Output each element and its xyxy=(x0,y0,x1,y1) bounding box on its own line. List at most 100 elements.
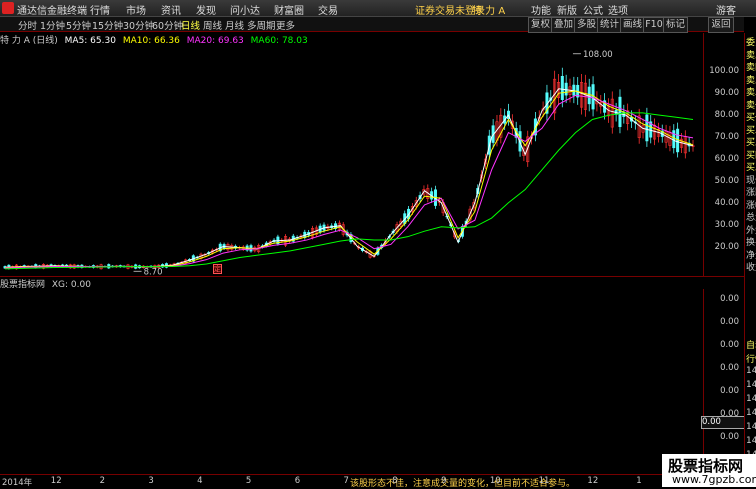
side-time-item: 自动 xyxy=(746,341,756,351)
side-item: 买一 xyxy=(746,113,756,123)
indicator-tick: 0.00 xyxy=(720,432,739,442)
date-tick: 12 xyxy=(587,476,599,486)
tab-30min[interactable]: 30分钟 xyxy=(123,18,154,32)
period-toolbar: 分时 1分钟 5分钟 15分钟 30分钟 60分钟 日线 周线 月线 多周期 更… xyxy=(0,17,744,33)
indicator-header: 股票指标网 XG: 0.00 xyxy=(0,277,703,290)
tab-fenshi[interactable]: 分时 xyxy=(18,18,37,32)
side-item: 卖三 xyxy=(746,75,756,86)
tab-5min[interactable]: 5分钟 xyxy=(66,18,91,32)
guest-label[interactable]: 游客 xyxy=(716,2,736,17)
series-line-ma10 xyxy=(4,90,694,269)
date-tick: 8 xyxy=(392,476,398,486)
ma-info-line: 特 力 A (日线) MA5: 65.30 MA10: 66.36 MA20: … xyxy=(0,33,700,46)
indicator-tick: 0.00 xyxy=(720,317,739,327)
side-item: 净资 xyxy=(746,250,756,261)
price-tick: 100.00 xyxy=(709,66,739,77)
menu-caifuquan[interactable]: 财富圈 xyxy=(274,2,304,17)
indicator-tick: 0.00 xyxy=(720,386,739,396)
price-tick: 60.00 xyxy=(714,153,739,164)
ma-lines-group xyxy=(4,88,694,270)
price-tick: 80.00 xyxy=(714,110,739,121)
date-tick: 10 xyxy=(489,476,501,486)
side-time-item: 14:56 xyxy=(746,380,756,390)
watermark: 股票指标网 www.7gpzb.com xyxy=(662,454,756,487)
date-tick: 4 xyxy=(197,476,203,486)
app-logo-icon xyxy=(2,2,14,14)
menu-shichang[interactable]: 市场 xyxy=(126,2,146,17)
menu-xinban[interactable]: 新版 xyxy=(557,2,577,17)
candle-body xyxy=(618,96,622,127)
side-item: 委比 xyxy=(746,38,756,48)
price-tick: 70.00 xyxy=(714,132,739,142)
side-time-item: 14:56 xyxy=(746,436,756,446)
tab-1min[interactable]: 1分钟 xyxy=(40,18,65,32)
menu-gongneng[interactable]: 功能 xyxy=(531,2,551,17)
tab-more[interactable]: 更多 xyxy=(276,18,295,32)
f10-button[interactable]: F10 xyxy=(643,17,665,33)
side-time-item: 14:56 xyxy=(746,394,756,404)
fuquan-button[interactable]: 复权 xyxy=(528,17,553,33)
date-tick: 3 xyxy=(148,476,154,486)
side-time-item: 14:56 xyxy=(746,366,756,376)
price-tick: 90.00 xyxy=(714,88,739,99)
candle-body xyxy=(587,86,591,105)
menu-zixun[interactable]: 资讯 xyxy=(161,2,181,17)
side-item: 涨跌 xyxy=(746,188,756,198)
side-time-item: 14:56 xyxy=(746,408,756,418)
tab-weekly[interactable]: 周线 xyxy=(203,18,222,32)
menu-faxian[interactable]: 发现 xyxy=(196,2,216,17)
annotation-label: 8.70 xyxy=(144,267,163,275)
back-button[interactable]: 返回 xyxy=(708,17,734,33)
indicator-tick: 0.00 xyxy=(720,294,739,304)
side-item: 换手 xyxy=(746,238,756,248)
tab-daily[interactable]: 日线 xyxy=(181,18,200,32)
candle-body xyxy=(560,75,564,100)
price-chart[interactable]: 108.00 8.70 xyxy=(0,45,703,275)
candle-body xyxy=(645,114,649,142)
annotation-label: 108.00 xyxy=(583,50,613,60)
stock-title: 特 力 A xyxy=(472,6,506,17)
date-tick: 7 xyxy=(343,476,349,486)
date-axis: 该股形态不佳，注意成交量的变化，但目前不适合参与。 2014年 12 2 3 4 5 6 7 8… xyxy=(0,474,744,489)
price-axis: 100.00 90.00 80.00 70.00 60.00 50.00 40.00 30.0… xyxy=(703,33,744,276)
side-item: 买四 xyxy=(746,150,756,161)
side-item: 总量 xyxy=(746,213,756,223)
multi-stock-button[interactable]: 多股 xyxy=(574,17,599,33)
side-item: 外盘 xyxy=(746,225,756,236)
menu-hangqing[interactable]: 行情 xyxy=(90,2,110,17)
price-tick: 30.00 xyxy=(714,219,739,230)
date-tick: 1 xyxy=(636,476,642,486)
indicator-name[interactable]: 股票指标网 xyxy=(0,280,45,290)
side-item: 涨幅 xyxy=(746,200,756,211)
indicator-tick: 0.00 xyxy=(720,340,739,350)
date-tick: 12 xyxy=(50,476,62,486)
stats-button[interactable]: 统计 xyxy=(597,17,622,33)
mark-button[interactable]: 标记 xyxy=(663,17,688,33)
quote-side-panel: 委比卖五卖四卖三卖二卖一买一买二买三买四买五现价涨跌涨幅总量外盘换手净资收益自动… xyxy=(744,33,756,487)
price-tick: 40.00 xyxy=(714,197,739,208)
series-line-ma60 xyxy=(4,112,694,270)
tab-multi-period[interactable]: 多周期 xyxy=(247,18,276,32)
side-item: 买五 xyxy=(746,163,756,173)
tab-15min[interactable]: 15分钟 xyxy=(92,18,123,32)
side-item: 买二 xyxy=(746,125,756,136)
app-name: 通达信金融终端 xyxy=(17,6,87,17)
side-item: 收益 xyxy=(746,263,756,273)
menu-jiaoyi[interactable]: 交易 xyxy=(318,2,338,17)
menu-xuanxiang[interactable]: 选项 xyxy=(608,2,628,17)
side-item: 卖二 xyxy=(746,88,756,98)
menu-gongshi[interactable]: 公式 xyxy=(583,2,603,17)
menu-wenxiaoda[interactable]: 问小达 xyxy=(230,2,260,17)
tab-monthly[interactable]: 月线 xyxy=(225,18,244,32)
price-tick: 50.00 xyxy=(714,175,739,186)
price-tick: 20.00 xyxy=(714,241,739,252)
date-tick: 9 xyxy=(441,476,447,486)
tab-60min[interactable]: 60分钟 xyxy=(152,18,183,32)
draw-line-button[interactable]: 画线 xyxy=(620,17,645,33)
indicator-value: XG: 0.00 xyxy=(51,280,91,290)
candle-body xyxy=(564,82,568,96)
side-item: 买三 xyxy=(746,138,756,148)
date-tick: 6 xyxy=(294,476,301,486)
overlay-button[interactable]: 叠加 xyxy=(551,17,576,33)
marker-ding[interactable]: 定 xyxy=(213,264,222,274)
